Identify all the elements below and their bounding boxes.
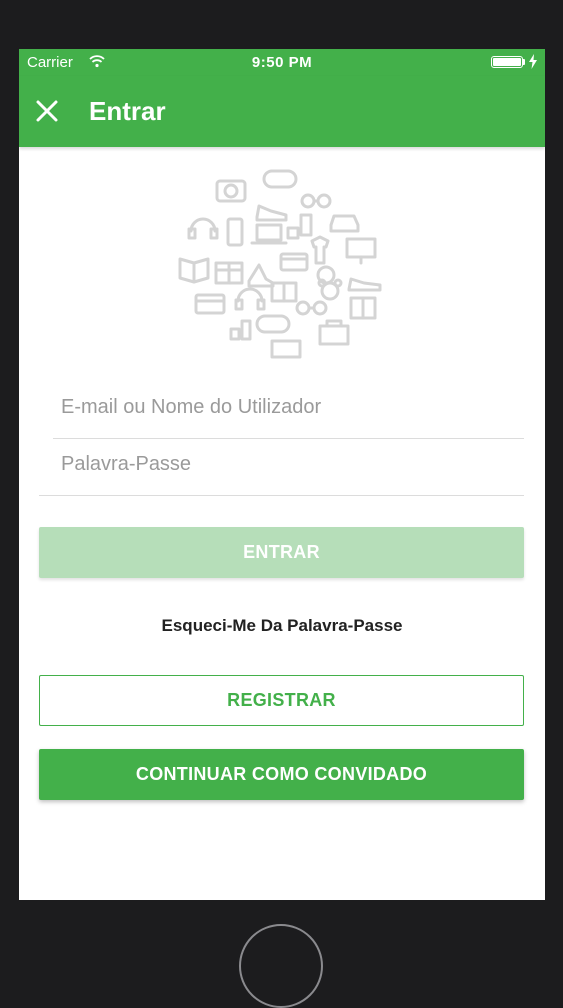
app-screen: Carrier 9:50 PM Entrar E-mail ou Nome do… — [19, 49, 545, 900]
continue-as-guest-button[interactable]: CONTINUAR COMO CONVIDADO — [39, 749, 524, 800]
email-field[interactable] — [53, 382, 524, 439]
password-field[interactable] — [39, 439, 524, 496]
home-button[interactable] — [239, 924, 323, 1008]
status-bar: Carrier 9:50 PM — [19, 49, 545, 76]
charging-bolt-icon — [529, 54, 537, 69]
register-button[interactable]: REGISTRAR — [39, 675, 524, 726]
page-title: Entrar — [89, 96, 166, 126]
shopping-categories-illustration — [178, 169, 382, 359]
forgot-password-link[interactable]: Esqueci-Me Da Palavra-Passe — [19, 616, 545, 636]
battery-tip — [523, 59, 525, 65]
close-button[interactable] — [29, 93, 65, 129]
device-frame-top — [0, 0, 563, 49]
status-time: 9:50 PM — [251, 54, 313, 71]
battery-icon — [491, 56, 523, 68]
close-icon — [36, 100, 58, 122]
password-input[interactable] — [61, 453, 501, 476]
app-bar: Entrar — [19, 76, 545, 147]
login-button[interactable]: ENTRAR — [39, 527, 524, 578]
email-input[interactable] — [61, 396, 501, 419]
